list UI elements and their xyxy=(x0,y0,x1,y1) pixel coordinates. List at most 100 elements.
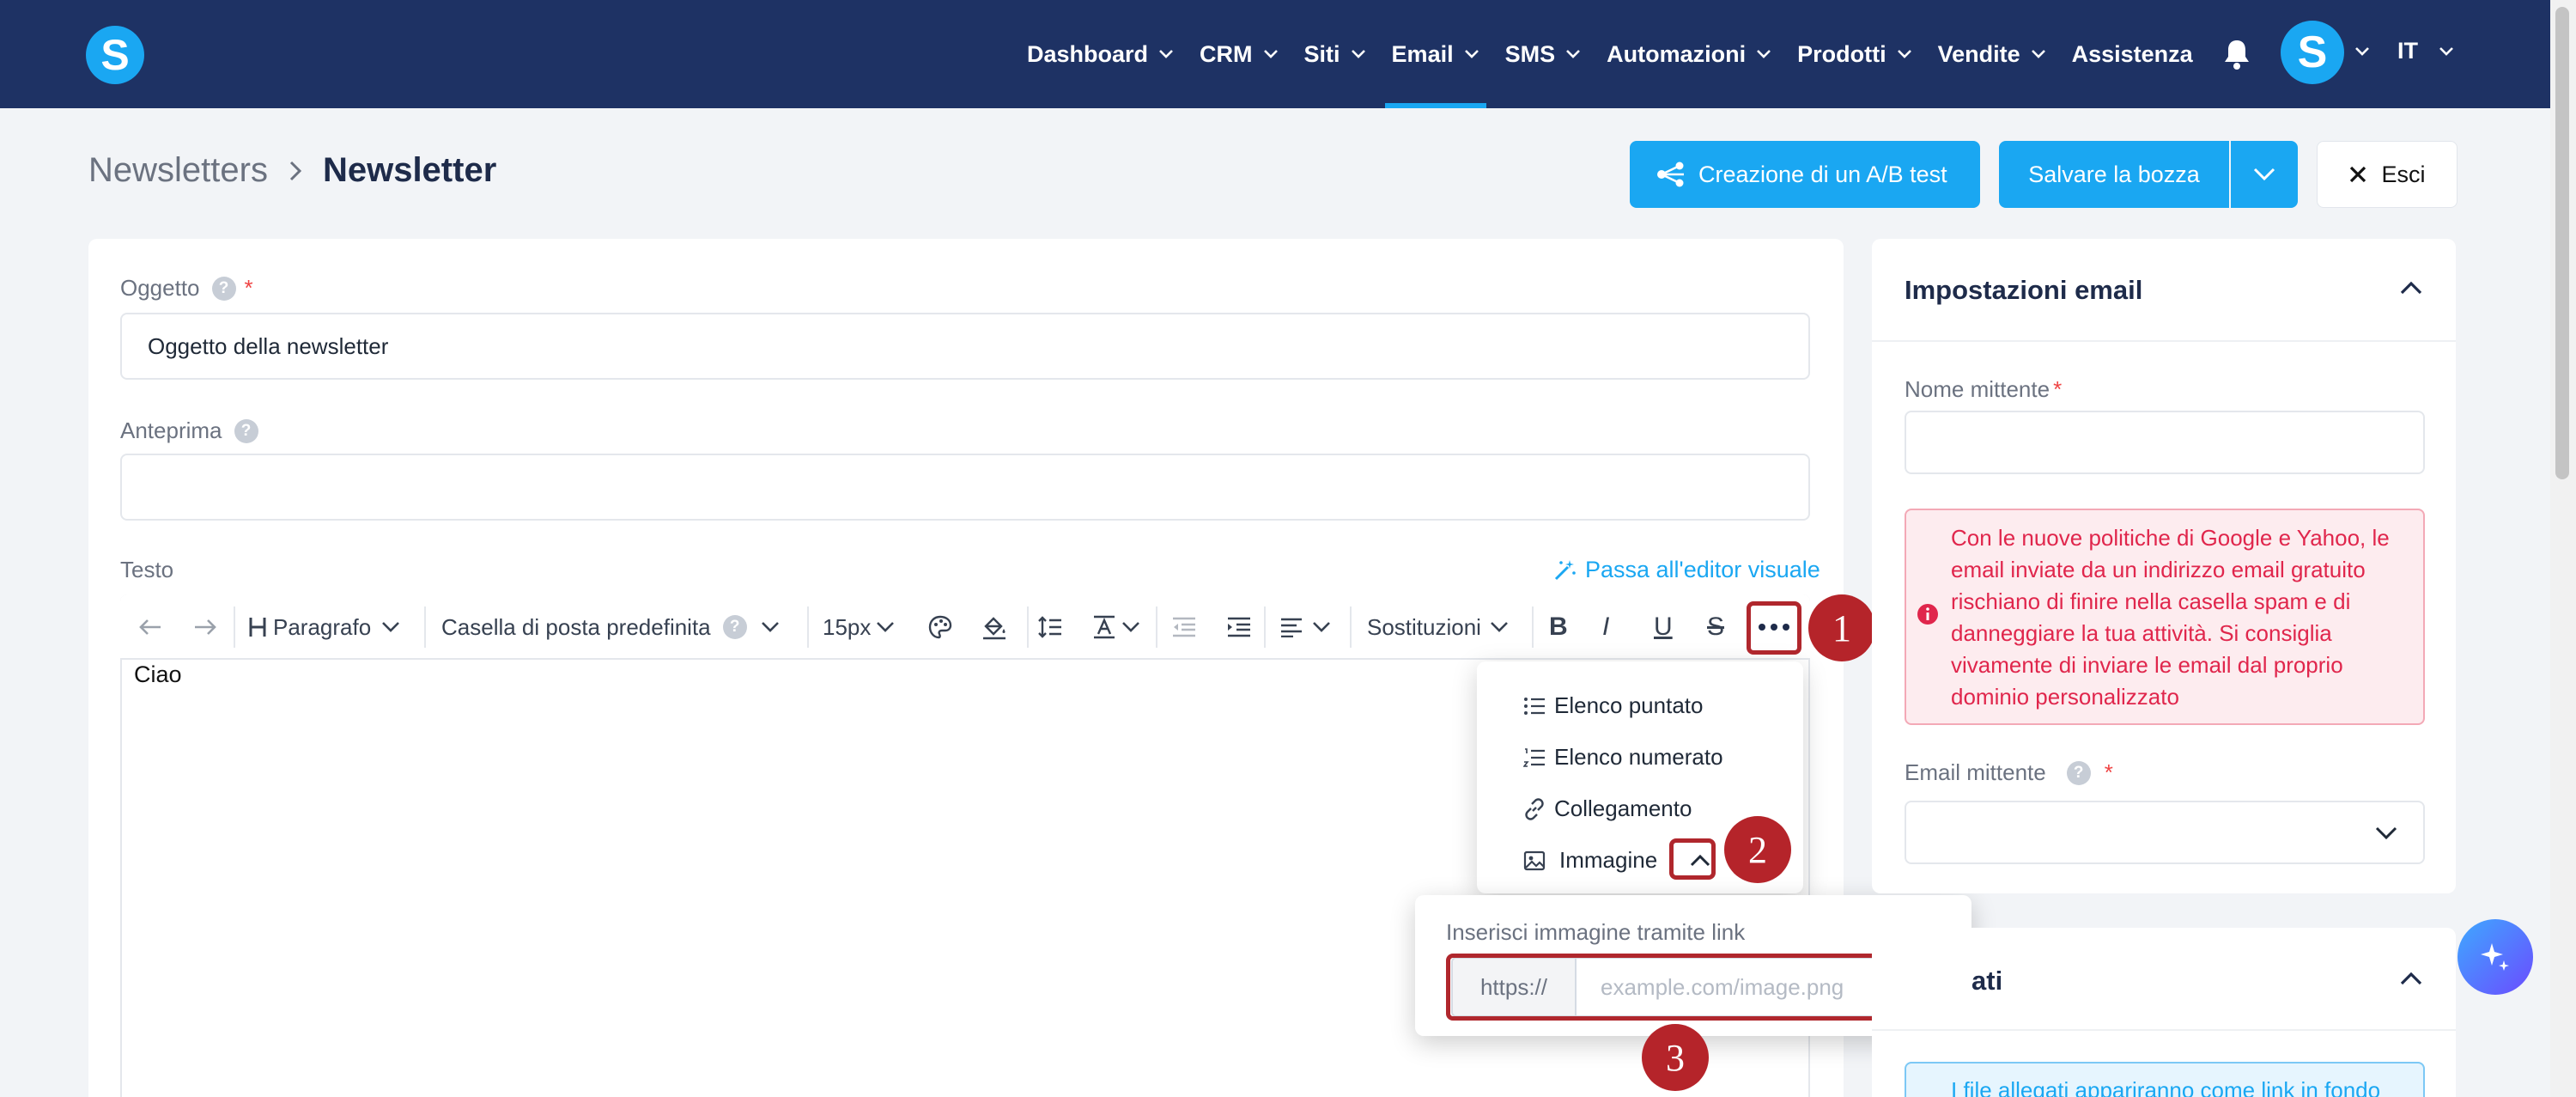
nav-item-siti[interactable]: Siti xyxy=(1304,0,1366,108)
nav-item-sms[interactable]: SMS xyxy=(1505,0,1582,108)
chevron-down-icon[interactable] xyxy=(2354,46,2370,57)
sparkles-icon xyxy=(2481,943,2509,971)
underline-button[interactable]: U xyxy=(1654,594,1673,660)
toolbar-divider xyxy=(424,606,426,648)
menu-item-label: Elenco numerato xyxy=(1554,744,1723,770)
nav-item-prodotti[interactable]: Prodotti xyxy=(1797,0,1911,108)
page-scrollbar-thumb[interactable] xyxy=(2555,7,2569,479)
visual-editor-link-text: Passa all'editor visuale xyxy=(1585,557,1820,582)
help-icon[interactable]: ? xyxy=(211,276,236,301)
help-icon[interactable]: ? xyxy=(234,418,258,443)
chevron-up-icon[interactable] xyxy=(2399,971,2423,986)
outdent-button[interactable] xyxy=(1171,594,1197,660)
subject-input[interactable]: Oggetto della newsletter xyxy=(120,313,1810,380)
undo-button[interactable] xyxy=(137,594,163,660)
brand-logo[interactable]: S xyxy=(86,26,144,84)
annotation-highlight-2 xyxy=(1669,838,1716,880)
card-divider xyxy=(1872,340,2456,342)
editor-content[interactable]: Ciao xyxy=(134,661,182,688)
paint-bucket-icon xyxy=(983,617,1005,640)
breadcrumb-parent[interactable]: Newsletters xyxy=(88,151,268,190)
chevron-down-icon[interactable] xyxy=(2375,826,2397,840)
underline-icon: U xyxy=(1654,612,1673,641)
undo-arrow-icon xyxy=(139,619,161,635)
sender-name-label-text: Nome mittente xyxy=(1905,376,2050,402)
switch-visual-editor-link[interactable]: Passa all'editor visuale xyxy=(1552,557,1820,583)
annotation-highlight-3 xyxy=(1446,954,1891,1021)
chevron-up-icon[interactable] xyxy=(2399,280,2423,296)
share-nodes-icon xyxy=(1657,162,1684,187)
user-avatar[interactable]: S xyxy=(2281,21,2344,84)
sender-name-label: Nome mittente * xyxy=(1905,376,2062,403)
save-draft-label: Salvare la bozza xyxy=(2028,161,2200,187)
required-mark: * xyxy=(244,275,253,301)
required-mark: * xyxy=(2104,759,2113,785)
save-options-dropdown[interactable] xyxy=(2231,141,2298,208)
nav-item-label: SMS xyxy=(1504,40,1556,67)
line-height-icon xyxy=(1038,616,1061,638)
chevron-down-icon xyxy=(1159,50,1173,58)
mailbox-dropdown[interactable]: Casella di posta predefinita ? xyxy=(441,594,780,660)
strikethrough-button[interactable]: S xyxy=(1707,594,1724,660)
warning-text: Con le nuove politiche di Google e Yahoo… xyxy=(1951,525,2390,710)
save-draft-button[interactable]: Salvare la bozza xyxy=(1999,141,2229,208)
exit-button[interactable]: Esci xyxy=(2317,141,2458,208)
heading-dropdown[interactable]: Paragrafo xyxy=(247,594,400,660)
bold-icon: B xyxy=(1549,612,1568,641)
text-format-dropdown[interactable] xyxy=(1092,594,1140,660)
chevron-right-icon xyxy=(289,161,302,180)
numbered-list-icon xyxy=(1523,747,1545,767)
breadcrumb: Newsletters Newsletter xyxy=(88,151,496,190)
nav-item-dashboard[interactable]: Dashboard xyxy=(1027,0,1174,108)
image-link-label: Inserisci immagine tramite link xyxy=(1446,919,1746,945)
text-color-button[interactable] xyxy=(927,594,953,660)
substitutions-label: Sostituzioni xyxy=(1367,613,1481,640)
line-height-button[interactable] xyxy=(1037,594,1063,660)
font-size-value: 15px xyxy=(823,613,872,640)
chevron-down-icon xyxy=(1757,50,1771,58)
menu-item-bullet-list[interactable]: Elenco puntato xyxy=(1523,692,1703,719)
ab-test-button[interactable]: Creazione di un A/B test xyxy=(1630,141,1980,208)
chevron-down-icon xyxy=(1351,50,1365,58)
italic-icon: I xyxy=(1602,612,1610,641)
chevron-down-icon xyxy=(2031,50,2045,58)
heading-label: Paragrafo xyxy=(273,613,372,640)
mailbox-label: Casella di posta predefinita xyxy=(441,613,711,640)
language-selector[interactable]: IT xyxy=(2397,38,2418,64)
nav-item-automazioni[interactable]: Automazioni xyxy=(1607,0,1771,108)
redo-button[interactable] xyxy=(192,594,218,660)
font-size-dropdown[interactable]: 15px xyxy=(823,594,895,660)
annotation-highlight-1 xyxy=(1747,601,1801,655)
bell-icon[interactable] xyxy=(2222,38,2251,70)
nav-item-label: Automazioni xyxy=(1607,40,1747,67)
chevron-down-icon xyxy=(2253,168,2275,181)
nav-item-label: Vendite xyxy=(1937,40,2020,67)
menu-item-label: Immagine xyxy=(1559,847,1658,873)
preview-input[interactable] xyxy=(120,454,1810,521)
close-icon xyxy=(2350,166,2366,183)
align-dropdown[interactable] xyxy=(1279,594,1331,660)
help-icon[interactable]: ? xyxy=(2066,760,2091,785)
nav-item-email[interactable]: Email xyxy=(1384,0,1486,108)
italic-button[interactable]: I xyxy=(1602,594,1609,660)
sender-email-label: Email mittente ? * xyxy=(1905,759,2113,786)
nav-item-vendite[interactable]: Vendite xyxy=(1938,0,2046,108)
heading-icon xyxy=(249,618,266,637)
sender-email-label-text: Email mittente xyxy=(1905,759,2046,785)
bold-button[interactable]: B xyxy=(1549,594,1568,660)
chevron-down-icon xyxy=(1491,622,1508,632)
nav-item-assistenza[interactable]: Assistenza xyxy=(2072,0,2193,108)
menu-item-label: Elenco puntato xyxy=(1554,692,1704,718)
substitutions-dropdown[interactable]: Sostituzioni xyxy=(1367,594,1509,660)
indent-button[interactable] xyxy=(1226,594,1252,660)
menu-item-label: Collegamento xyxy=(1554,795,1692,821)
sender-email-select[interactable] xyxy=(1905,801,2425,864)
ai-assistant-button[interactable] xyxy=(2458,919,2533,995)
menu-item-numbered-list[interactable]: Elenco numerato xyxy=(1523,744,1723,771)
nav-item-crm[interactable]: CRM xyxy=(1200,0,1279,108)
help-icon[interactable]: ? xyxy=(722,615,747,639)
chevron-down-icon[interactable] xyxy=(2439,46,2454,57)
menu-item-link[interactable]: Collegamento xyxy=(1523,795,1692,822)
sender-name-input[interactable] xyxy=(1905,411,2425,474)
highlight-color-button[interactable] xyxy=(981,594,1008,660)
